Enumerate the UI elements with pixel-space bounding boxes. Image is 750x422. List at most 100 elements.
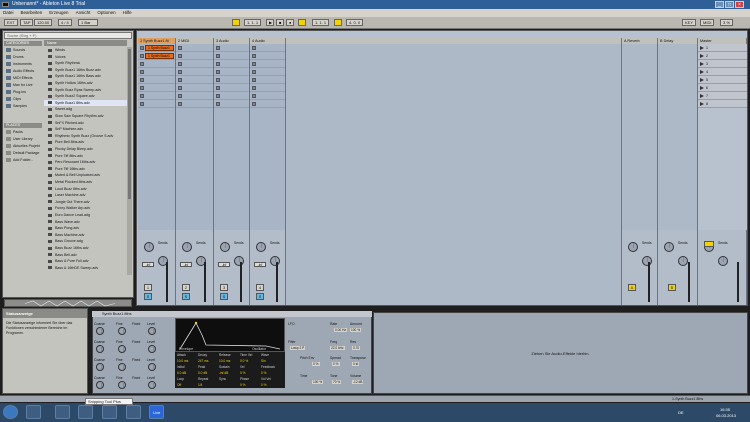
envelope-param[interactable]: 0.0 % <box>240 359 248 363</box>
clip-slot[interactable]: 1 Synth Buzz1 <box>138 52 175 60</box>
fine-knob[interactable] <box>118 381 126 389</box>
clip-slot[interactable] <box>214 68 249 76</box>
clip-slot[interactable] <box>138 100 175 108</box>
clip-stop-icon[interactable] <box>216 94 220 98</box>
filter-value[interactable]: 100 % <box>312 380 324 384</box>
snipping-tool-icon[interactable] <box>102 405 117 419</box>
category-item[interactable]: Drums <box>4 54 42 60</box>
loop-button[interactable] <box>334 19 342 26</box>
start-button[interactable] <box>3 405 18 419</box>
preview-waveform[interactable] <box>4 299 132 307</box>
filter-value[interactable]: 0.70 <box>352 346 361 350</box>
stop-button[interactable]: ■ <box>276 19 284 26</box>
file-item[interactable]: Bass Bell.adv <box>44 252 127 258</box>
follow-button[interactable] <box>232 19 240 26</box>
search-input[interactable]: Suche (Strg + F) <box>4 32 132 39</box>
position-field[interactable]: 1. 1. 1 <box>244 19 262 26</box>
quantization-select[interactable]: 1 Bar <box>78 19 98 26</box>
clip-stop-icon[interactable] <box>216 46 220 50</box>
clip-slot[interactable] <box>250 100 285 108</box>
send-a-knob[interactable] <box>182 242 192 252</box>
category-item[interactable]: Instruments <box>4 61 42 67</box>
clip-stop-icon[interactable] <box>178 62 182 66</box>
clip-slot[interactable] <box>214 84 249 92</box>
envelope-tab[interactable]: Envelope <box>179 347 193 351</box>
clip-slot[interactable] <box>176 92 213 100</box>
clip-stop-icon[interactable] <box>140 46 144 50</box>
clip-stop-icon[interactable] <box>178 54 182 58</box>
file-item[interactable]: Synth Hollow 16ths.adv <box>44 80 127 86</box>
place-item[interactable]: Default Package <box>4 150 42 156</box>
volume-field[interactable]: -inf <box>180 262 192 267</box>
clip-slot[interactable] <box>138 84 175 92</box>
file-item[interactable]: Synth Buzz1 8ths.adv <box>44 99 127 106</box>
track-activator-button[interactable]: 1 <box>144 284 152 291</box>
clip-stop-icon[interactable] <box>252 54 256 58</box>
return-b-button[interactable]: B <box>668 284 676 291</box>
send-b-knob[interactable] <box>270 256 280 266</box>
key-map-button[interactable]: KEY <box>682 19 697 26</box>
filter-value[interactable]: 0 % <box>332 362 340 366</box>
send-b-knob[interactable] <box>678 256 688 266</box>
volume-field[interactable]: -inf <box>254 262 266 267</box>
menu-create[interactable]: Erzeugen <box>49 9 68 17</box>
file-item[interactable]: Funny Walker Arp.adv <box>44 205 127 211</box>
file-item[interactable]: Bass Pong.adv <box>44 225 127 231</box>
time-signature-field[interactable]: 4 / 4 <box>58 19 72 26</box>
file-item[interactable]: Metal Plucked 8ths.adv <box>44 179 127 185</box>
envelope-param[interactable]: 247 ms <box>198 359 208 363</box>
clip-stop-icon[interactable] <box>252 62 256 66</box>
device-drop-area[interactable]: Ziehen Sie Audio-Effekte hierhin. <box>373 312 748 394</box>
return-a-button[interactable]: A <box>628 284 636 291</box>
clip-stop-icon[interactable] <box>216 102 220 106</box>
ext-sync-button[interactable]: EXT <box>4 19 18 26</box>
solo-button[interactable]: S <box>144 293 152 300</box>
envelope-param[interactable]: Off <box>177 383 181 387</box>
file-item[interactable]: Pure Tiff 8ths.adv <box>44 153 127 159</box>
midi-clip[interactable]: 1 Synth Buzz1 <box>145 53 174 59</box>
file-item[interactable]: Euro Dance Lead.adg <box>44 212 127 218</box>
clip-slot[interactable] <box>176 44 213 52</box>
category-item[interactable]: Clips <box>4 96 42 102</box>
clip-slot[interactable] <box>250 60 285 68</box>
clip-slot[interactable]: 1 Synth Buzz1 <box>138 44 175 52</box>
envelope-param[interactable]: 0.0 dB <box>177 371 186 375</box>
clip-slot[interactable] <box>138 60 175 68</box>
clip-stop-icon[interactable] <box>140 54 144 58</box>
clip-stop-icon[interactable] <box>178 94 182 98</box>
scene-launch[interactable]: 2 <box>698 52 747 60</box>
envelope-param[interactable]: 10.0 ms <box>177 359 188 363</box>
send-a-knob[interactable] <box>220 242 230 252</box>
file-item[interactable]: Loud Buzz 8ths.adv <box>44 186 127 192</box>
file-item[interactable]: Slow Saw Square Rhythm.adv <box>44 113 127 119</box>
file-item[interactable]: Jungle Out There.adv <box>44 199 127 205</box>
clip-slot[interactable] <box>176 100 213 108</box>
clip-stop-icon[interactable] <box>216 54 220 58</box>
envelope-param[interactable]: Sin <box>261 359 266 363</box>
envelope-param[interactable]: 0 % <box>240 371 246 375</box>
clip-stop-icon[interactable] <box>252 94 256 98</box>
record-button[interactable]: ● <box>286 19 294 26</box>
language-indicator[interactable]: DE <box>678 410 684 415</box>
clip-stop-icon[interactable] <box>252 102 256 106</box>
clip-slot[interactable] <box>214 100 249 108</box>
menu-file[interactable]: Datei <box>3 9 14 17</box>
place-item[interactable]: Packs <box>4 129 42 135</box>
clip-stop-icon[interactable] <box>216 62 220 66</box>
maximize-button[interactable]: □ <box>725 1 734 8</box>
clip-slot[interactable] <box>138 76 175 84</box>
clip-stop-icon[interactable] <box>216 86 220 90</box>
clip-slot[interactable] <box>250 76 285 84</box>
category-item[interactable]: Plug-ins <box>4 89 42 95</box>
file-item[interactable]: Laser Machine.adv <box>44 192 127 198</box>
clip-slot[interactable] <box>214 60 249 68</box>
volume-field[interactable]: -inf <box>142 262 154 267</box>
file-item[interactable]: Plucky Delay Bleep.adv <box>44 146 127 152</box>
menu-view[interactable]: Ansicht <box>76 9 91 17</box>
clip-slot[interactable] <box>250 68 285 76</box>
place-item[interactable]: User Library <box>4 136 42 142</box>
fine-knob[interactable] <box>118 363 126 371</box>
oscillator-tab[interactable]: Oscillator <box>252 347 266 351</box>
fine-knob[interactable] <box>118 345 126 353</box>
coarse-knob[interactable] <box>96 327 104 335</box>
